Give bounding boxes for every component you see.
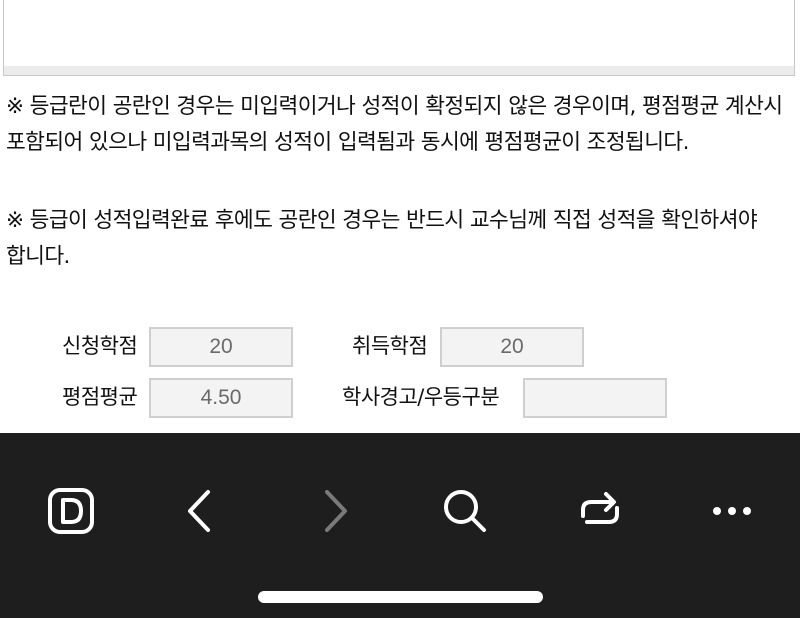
gpa-field: 4.50 <box>149 378 293 418</box>
warning-honor-label: 학사경고/우등구분 <box>342 385 500 409</box>
warning-honor-field <box>523 378 667 418</box>
more-icon <box>713 507 751 515</box>
browser-bottom-bar <box>0 433 800 618</box>
earned-credits-field: 20 <box>440 327 584 367</box>
forward-button[interactable] <box>295 471 375 551</box>
dday-logo-button[interactable] <box>31 471 111 551</box>
share-button[interactable] <box>560 471 640 551</box>
home-indicator[interactable] <box>258 591 543 603</box>
content-frame <box>3 0 795 76</box>
more-button[interactable] <box>692 471 772 551</box>
search-button[interactable] <box>425 471 505 551</box>
search-icon <box>444 490 486 532</box>
back-button[interactable] <box>160 471 240 551</box>
notice-blank-grade: ※ 등급란이 공란인 경우는 미입력이거나 성적이 확정되지 않은 경우이며, … <box>6 94 783 155</box>
gpa-label: 평점평균 <box>62 385 138 409</box>
dday-logo-icon <box>48 488 94 534</box>
requested-credits-label: 신청학점 <box>62 334 138 358</box>
forward-icon <box>325 490 347 532</box>
notice-confirm-professor: ※ 등급이 성적입력완료 후에도 공란인 경우는 반드시 교수님께 직접 성적을… <box>6 208 758 269</box>
back-icon <box>188 490 210 532</box>
earned-credits-label: 취득학점 <box>352 334 428 358</box>
frame-bottom-shade <box>4 66 794 75</box>
requested-credits-field: 20 <box>149 327 293 367</box>
share-icon <box>581 492 619 524</box>
